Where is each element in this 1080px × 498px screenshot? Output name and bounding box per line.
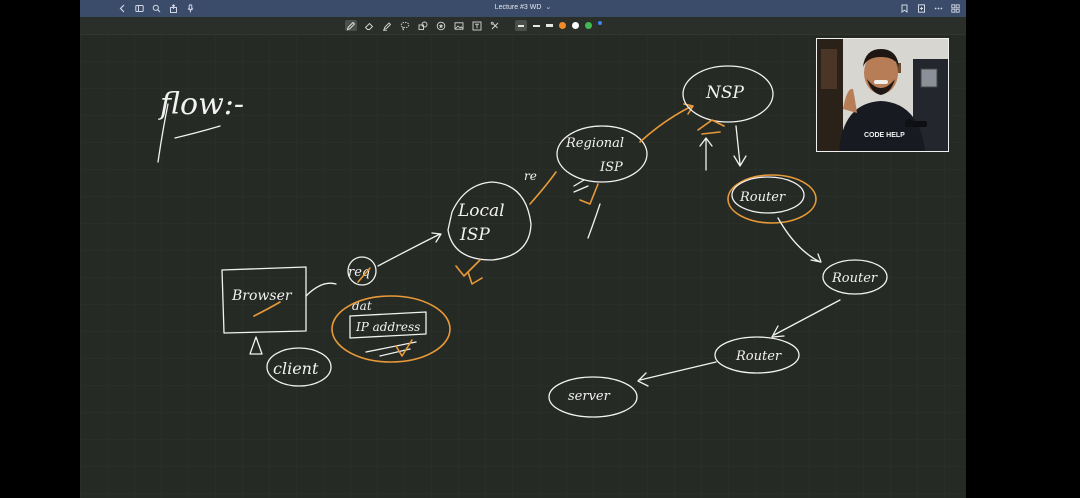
star-icon[interactable] [435,20,447,31]
mic-icon[interactable] [185,3,196,14]
router-3-label: Router [735,349,782,364]
nsp-label: NSP [705,83,745,103]
document-title-text: Lecture #3 WD [494,4,542,11]
text-icon[interactable] [471,20,483,31]
heading-text: flow:- [158,87,244,122]
active-tool-indicator [598,20,602,25]
browser-label: Browser [231,288,293,304]
shapes-icon[interactable] [417,20,429,31]
client-label: client [273,359,319,378]
ip-address-label: IP address [355,320,420,334]
title-dropdown-icon: ⌄ [545,4,552,11]
color-swatch-white[interactable] [572,22,579,29]
dat-label: dat [352,299,372,313]
medium-stroke-option[interactable] [533,24,540,27]
highlighter-icon[interactable] [381,20,393,31]
drawing-toolbar [80,17,966,35]
image-icon[interactable] [453,20,465,31]
title-bar-right-icons [896,3,964,14]
title-bar-left-icons [114,3,199,14]
webcam-overlay: CODE HELP [816,38,949,152]
pen-icon[interactable] [345,20,357,31]
local-isp-label-line1: Local [457,201,505,221]
tool-group [342,20,605,31]
regional-isp-label-line1: Regional [565,136,624,151]
thick-stroke-option[interactable] [546,24,553,27]
thin-stroke-option[interactable] [515,20,527,31]
back-chevron-icon[interactable] [117,3,128,14]
search-icon[interactable] [151,3,162,14]
eraser-icon[interactable] [363,20,375,31]
lasso-icon[interactable] [399,20,411,31]
grid-icon[interactable] [950,3,961,14]
bookmark-icon[interactable] [899,3,910,14]
router-2-label: Router [831,271,878,286]
sidebar-icon[interactable] [134,3,145,14]
notes-app-window: Lecture #3 WD ⌄ flow:- Browser client re… [80,0,966,498]
presenter-video: CODE HELP [817,39,948,151]
re-label: re [524,169,537,183]
color-swatch-orange[interactable] [559,22,566,29]
router-1-label: Router [739,190,786,205]
color-swatch-green[interactable] [585,22,592,29]
server-label: server [568,389,611,404]
regional-isp-label-line2: ISP [599,160,623,175]
document-title[interactable]: Lecture #3 WD ⌄ [80,3,966,11]
shirt-text: CODE HELP [864,132,905,139]
sticker-icon[interactable] [489,20,501,31]
add-page-icon[interactable] [916,3,927,14]
local-isp-label-line2: ISP [459,225,490,245]
title-bar: Lecture #3 WD ⌄ [80,0,966,17]
more-icon[interactable] [933,3,944,14]
share-icon[interactable] [168,3,179,14]
